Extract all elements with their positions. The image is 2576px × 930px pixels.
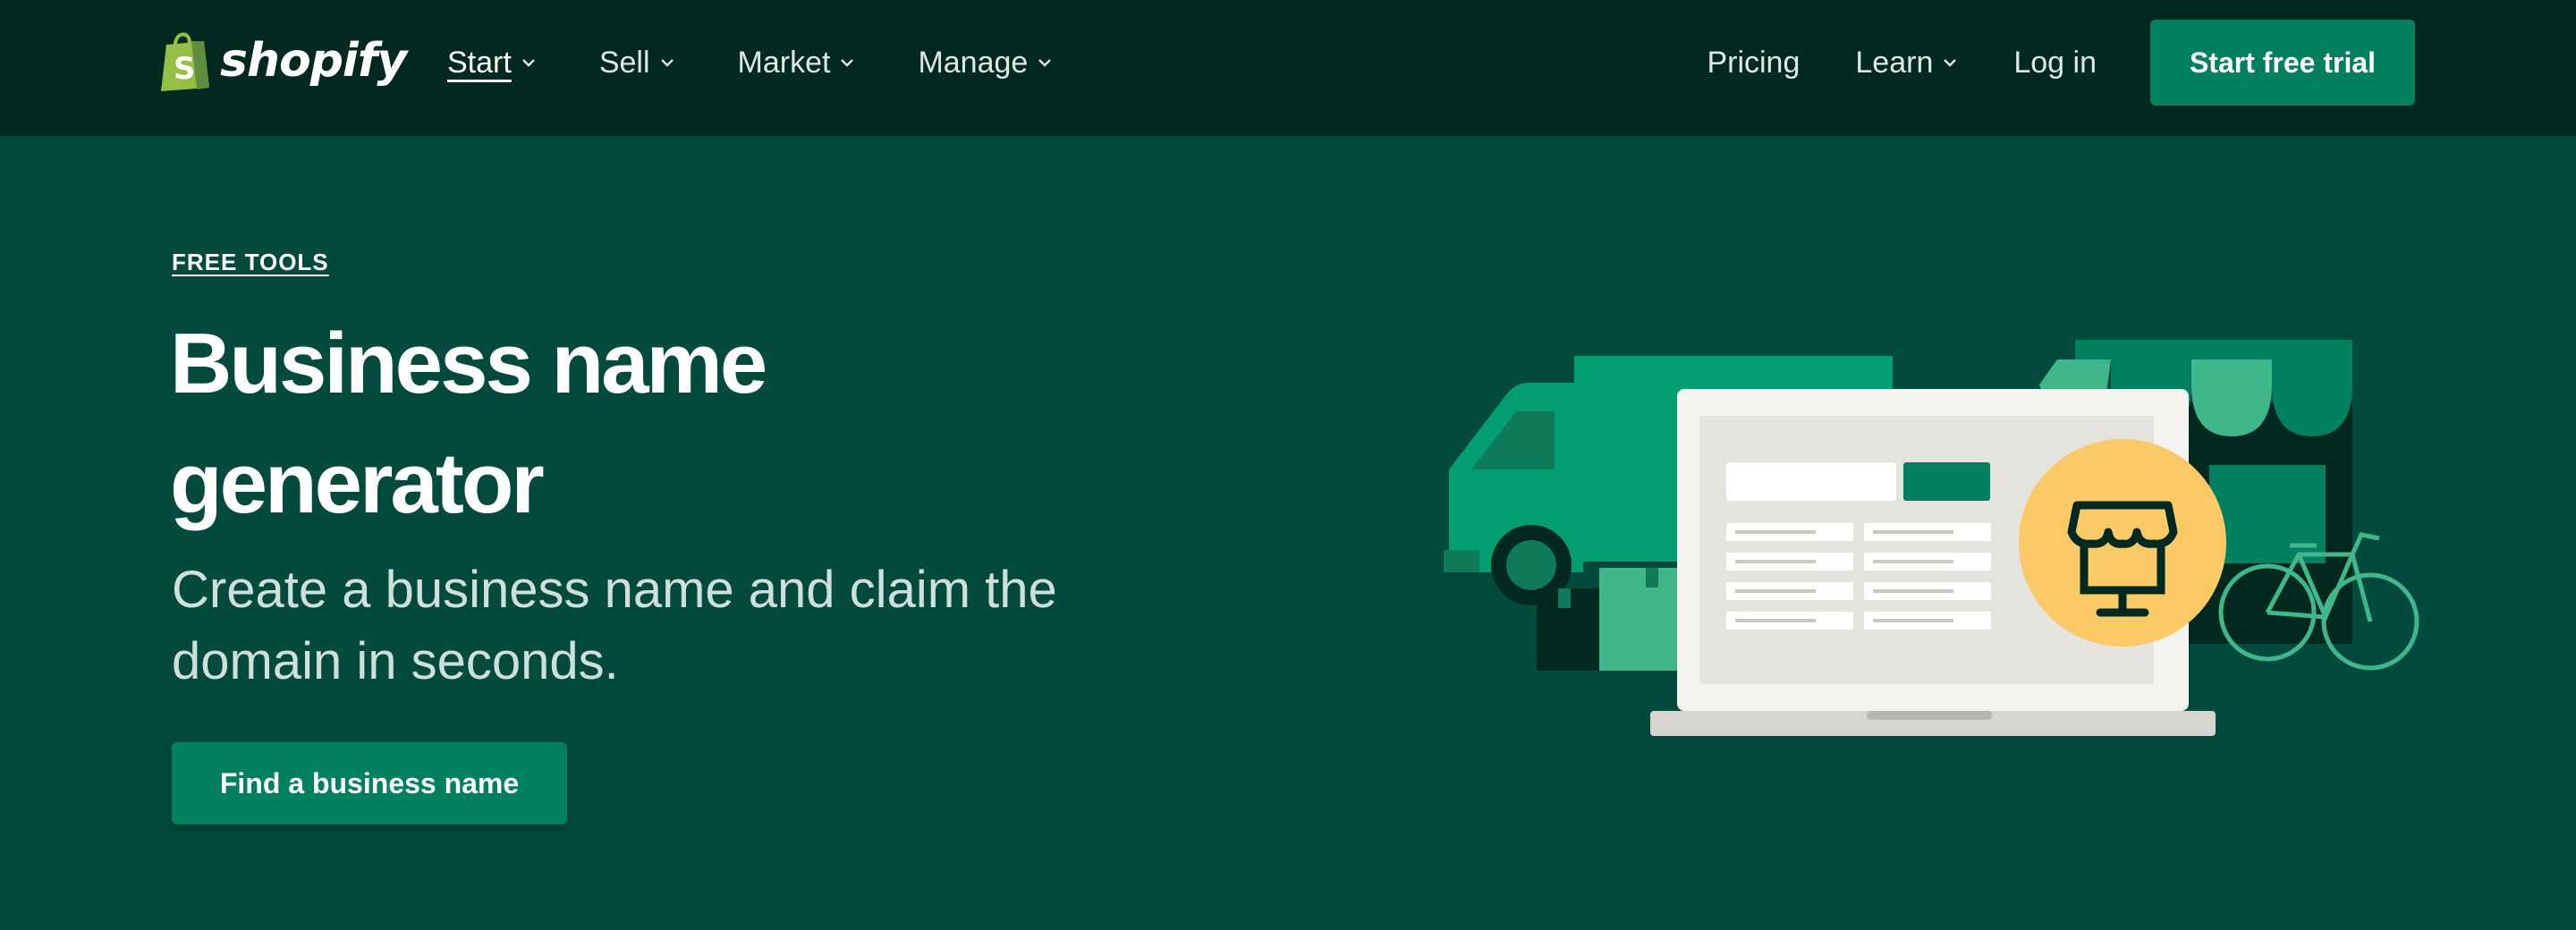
nav-login[interactable]: Log in xyxy=(2013,46,2097,80)
nav-login-label: Log in xyxy=(2013,45,2097,80)
nav-start-label: Start xyxy=(447,45,512,80)
nav-manage[interactable]: Manage xyxy=(918,46,1053,80)
chevron-down-icon xyxy=(1038,59,1052,67)
nav-market[interactable]: Market xyxy=(738,46,856,80)
chevron-down-icon xyxy=(521,59,535,67)
nav-sell[interactable]: Sell xyxy=(599,46,675,80)
secondary-nav: Pricing Learn Log in Start free trial xyxy=(1707,0,2415,125)
chevron-down-icon xyxy=(841,59,854,67)
nav-start[interactable]: Start xyxy=(447,46,537,80)
nav-pricing[interactable]: Pricing xyxy=(1707,46,1800,80)
chevron-down-icon xyxy=(1944,59,1957,67)
brand-name: shopify xyxy=(220,34,407,88)
nav-manage-label: Manage xyxy=(918,45,1029,80)
nav-pricing-label: Pricing xyxy=(1707,45,1801,80)
free-tools-link[interactable]: FREE TOOLS xyxy=(172,249,329,276)
find-business-name-button[interactable]: Find a business name xyxy=(172,742,567,824)
top-navigation: S shopify Start Sell Market Manage Prici… xyxy=(0,0,2576,136)
nav-learn[interactable]: Learn xyxy=(1855,46,1958,80)
page-title: Business name generator xyxy=(170,316,767,531)
store-badge-icon xyxy=(2019,439,2226,647)
nav-learn-label: Learn xyxy=(1855,45,1934,80)
shopping-bag-icon: S xyxy=(161,32,209,91)
svg-text:S: S xyxy=(174,51,196,87)
hero-subtitle: Create a business name and claim the dom… xyxy=(172,561,1057,690)
nav-sell-label: Sell xyxy=(598,45,650,80)
shopify-logo[interactable]: S shopify xyxy=(159,29,407,93)
primary-nav: Start Sell Market Manage xyxy=(447,0,1115,125)
chevron-down-icon xyxy=(660,59,674,67)
hero-illustration xyxy=(1444,340,2419,736)
nav-market-label: Market xyxy=(737,45,831,80)
start-free-trial-button[interactable]: Start free trial xyxy=(2150,20,2415,106)
